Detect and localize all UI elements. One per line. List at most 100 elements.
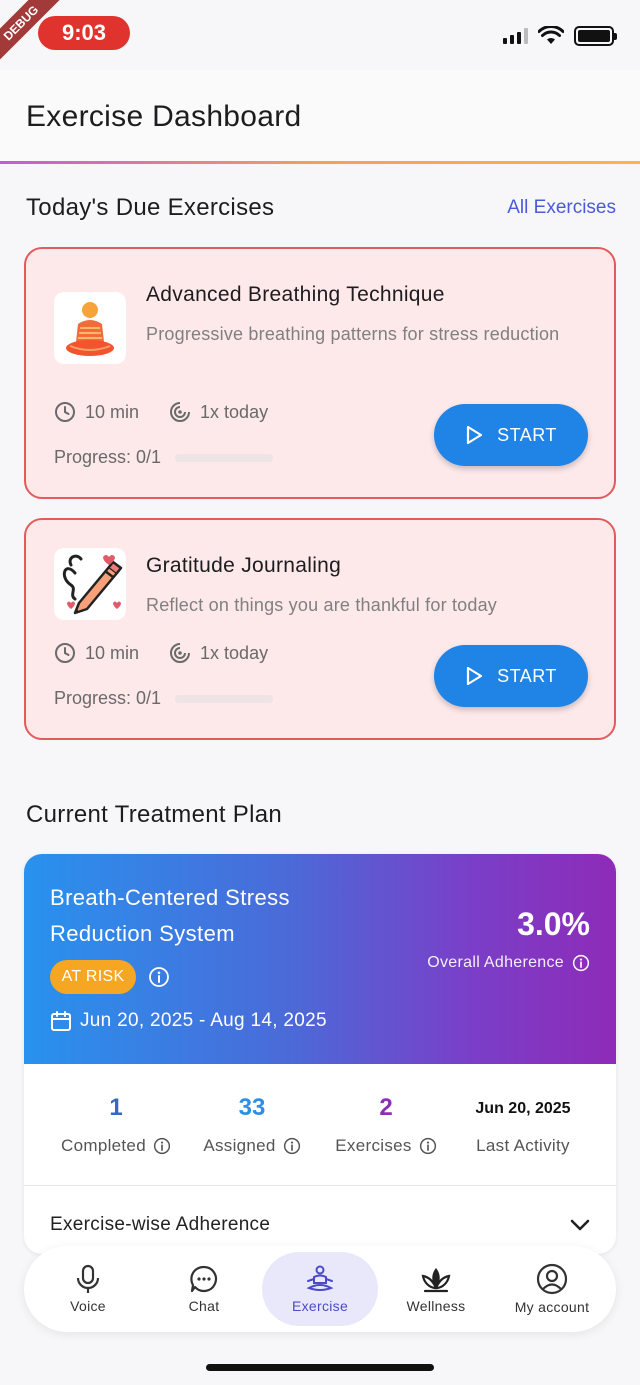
header-divider bbox=[0, 161, 640, 164]
duration-text: 10 min bbox=[85, 642, 140, 663]
bottom-nav: Voice Chat Exercise Wellness My account bbox=[24, 1246, 616, 1332]
start-button[interactable]: START bbox=[434, 645, 588, 707]
stat-value: 1 bbox=[109, 1094, 123, 1121]
chevron-down-icon bbox=[570, 1219, 590, 1231]
info-icon[interactable] bbox=[572, 954, 590, 972]
progress-row: Progress: 0/1 bbox=[54, 447, 274, 468]
progress-bar bbox=[175, 694, 274, 703]
plan-date-range: Jun 20, 2025 - Aug 14, 2025 bbox=[80, 1010, 327, 1031]
chat-bubble-icon bbox=[190, 1265, 218, 1293]
exercise-card[interactable]: Gratitude Journaling Reflect on things y… bbox=[24, 518, 616, 740]
due-section-title: Today's Due Exercises bbox=[26, 194, 275, 221]
nav-chat[interactable]: Chat bbox=[146, 1246, 262, 1332]
stat-label-row: Completed bbox=[54, 1136, 178, 1156]
nav-wellness[interactable]: Wellness bbox=[378, 1246, 494, 1332]
status-time: 9:03 bbox=[38, 16, 130, 50]
microphone-icon bbox=[76, 1264, 100, 1293]
account-icon bbox=[536, 1263, 568, 1295]
calendar-icon bbox=[51, 1011, 71, 1031]
repeat-target-icon bbox=[170, 643, 191, 663]
exercise-description: Reflect on things you are thankful for t… bbox=[146, 595, 498, 615]
status-icons bbox=[503, 26, 617, 46]
nav-label: Exercise bbox=[291, 1298, 349, 1314]
plan-name: Breath-Centered Stress Reduction System bbox=[50, 885, 290, 946]
start-label: START bbox=[497, 665, 557, 686]
meditation-icon bbox=[54, 292, 126, 364]
duration-text: 10 min bbox=[85, 401, 140, 422]
nav-label: My account bbox=[514, 1299, 590, 1315]
stat-value: 2 bbox=[379, 1094, 393, 1121]
nav-exercise[interactable]: Exercise bbox=[262, 1252, 378, 1326]
info-icon[interactable] bbox=[419, 1137, 437, 1155]
plan-stats: 1 Completed 33 Assigned 2 Exercises Jun … bbox=[24, 1064, 616, 1186]
stat-label: Completed bbox=[61, 1136, 146, 1155]
progress-text: Progress: 0/1 bbox=[54, 447, 162, 467]
play-icon bbox=[466, 666, 483, 686]
repeat-target-icon bbox=[170, 402, 191, 422]
exercise-title: Advanced Breathing Technique bbox=[146, 283, 445, 306]
exercise-description: Progressive breathing patterns for stres… bbox=[146, 324, 560, 344]
plan-banner: Breath-Centered Stress Reduction System … bbox=[24, 854, 616, 1064]
nav-label: Voice bbox=[70, 1298, 106, 1314]
stat-assigned: 33 Assigned bbox=[196, 1094, 308, 1156]
stat-label-row: Last Activity bbox=[460, 1136, 586, 1156]
home-indicator bbox=[206, 1364, 434, 1371]
clock-icon bbox=[55, 643, 75, 663]
exercise-meta: 10 min 1x today bbox=[54, 401, 268, 423]
info-icon[interactable] bbox=[153, 1137, 171, 1155]
frequency-text: 1x today bbox=[200, 642, 269, 663]
clock-icon bbox=[55, 402, 75, 422]
lotus-icon bbox=[421, 1268, 451, 1293]
adherence-value: 3.0% bbox=[517, 906, 590, 942]
nav-my-account[interactable]: My account bbox=[494, 1246, 610, 1332]
start-label: START bbox=[497, 424, 557, 445]
stat-exercises: 2 Exercises bbox=[330, 1094, 442, 1156]
exercise-adherence-toggle[interactable]: Exercise-wise Adherence bbox=[50, 1214, 590, 1236]
wifi-icon bbox=[538, 26, 564, 44]
page-title: Exercise Dashboard bbox=[26, 100, 302, 133]
stat-completed: 1 Completed bbox=[54, 1094, 178, 1156]
status-bar: DEBUG 9:03 bbox=[0, 0, 640, 70]
adherence-label-row: Overall Adherence bbox=[427, 954, 590, 972]
nav-label: Chat bbox=[188, 1298, 220, 1314]
battery-icon bbox=[574, 26, 617, 46]
frequency: 1x today bbox=[169, 401, 268, 423]
exercise-adherence-label: Exercise-wise Adherence bbox=[50, 1214, 271, 1235]
stat-label: Exercises bbox=[335, 1136, 412, 1155]
plan-dates: Jun 20, 2025 - Aug 14, 2025 bbox=[50, 1010, 327, 1032]
frequency-text: 1x today bbox=[200, 401, 269, 422]
play-icon bbox=[466, 425, 483, 445]
progress-text: Progress: 0/1 bbox=[54, 688, 162, 708]
nav-label: Wellness bbox=[406, 1298, 466, 1314]
stat-label-row: Assigned bbox=[196, 1136, 308, 1156]
app-header: Exercise Dashboard bbox=[0, 70, 640, 164]
nav-voice[interactable]: Voice bbox=[30, 1246, 146, 1332]
due-section-header: Today's Due Exercises All Exercises bbox=[26, 194, 616, 222]
stat-value: Jun 20, 2025 bbox=[475, 1100, 571, 1117]
stat-label: Last Activity bbox=[476, 1136, 570, 1155]
progress-bar bbox=[175, 453, 274, 462]
plan-section-title: Current Treatment Plan bbox=[26, 801, 283, 828]
exercise-title: Gratitude Journaling bbox=[146, 554, 342, 577]
journal-pencil-icon bbox=[54, 548, 126, 620]
progress-row: Progress: 0/1 bbox=[54, 688, 274, 709]
cellular-signal-icon bbox=[503, 28, 528, 44]
status-badge: AT RISK bbox=[50, 960, 136, 994]
exercise-meta: 10 min 1x today bbox=[54, 642, 268, 664]
treatment-plan-card[interactable]: Breath-Centered Stress Reduction System … bbox=[24, 854, 616, 1254]
stat-value: 33 bbox=[238, 1094, 266, 1121]
all-exercises-link[interactable]: All Exercises bbox=[507, 197, 616, 219]
frequency: 1x today bbox=[169, 642, 268, 664]
start-button[interactable]: START bbox=[434, 404, 588, 466]
stat-label-row: Exercises bbox=[330, 1136, 442, 1156]
plan-section-header: Current Treatment Plan bbox=[26, 801, 616, 829]
info-icon[interactable] bbox=[283, 1137, 301, 1155]
duration: 10 min bbox=[54, 401, 139, 423]
meditation-icon bbox=[306, 1265, 334, 1291]
exercise-card[interactable]: Advanced Breathing Technique Progressive… bbox=[24, 247, 616, 499]
stat-label: Assigned bbox=[203, 1136, 276, 1155]
duration: 10 min bbox=[54, 642, 139, 664]
adherence-label: Overall Adherence bbox=[427, 954, 564, 971]
stat-last-activity: Jun 20, 2025 Last Activity bbox=[460, 1100, 586, 1156]
info-icon[interactable] bbox=[148, 966, 170, 988]
